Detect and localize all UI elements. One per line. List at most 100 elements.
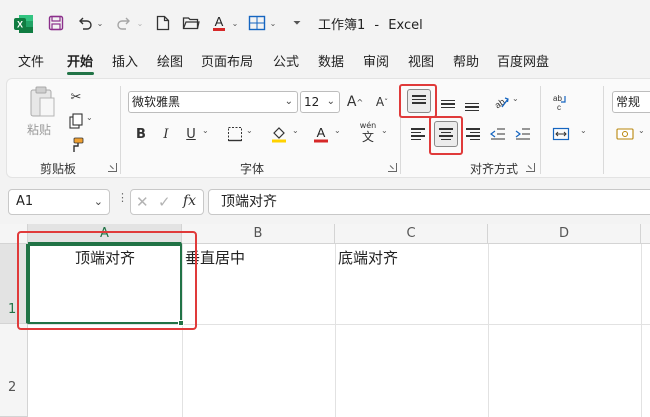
tab-baidu-netdisk[interactable]: 百度网盘 xyxy=(497,51,549,75)
undo-icon[interactable] xyxy=(74,12,96,34)
redo-icon[interactable] xyxy=(113,12,135,34)
middle-align-button[interactable] xyxy=(437,91,459,113)
currency-dropdown-icon[interactable]: ⌄ xyxy=(638,126,645,135)
bold-button[interactable]: B xyxy=(130,123,152,145)
row-header-2[interactable]: 2 xyxy=(0,324,28,417)
fill-color-icon[interactable] xyxy=(268,123,290,145)
increase-font-size-icon[interactable]: A ^ xyxy=(344,91,366,113)
clipboard-group-label: 剪贴板 xyxy=(40,162,77,176)
tab-page-layout[interactable]: 页面布局 xyxy=(201,51,253,75)
tab-insert[interactable]: 插入 xyxy=(112,51,138,75)
customize-toolbar-icon[interactable]: ⏷ xyxy=(290,12,304,34)
grid-line xyxy=(488,244,489,417)
new-file-icon[interactable] xyxy=(152,12,174,34)
cell-b1[interactable]: 垂直居中 xyxy=(183,244,335,324)
undo-dropdown-icon[interactable]: ⌄ xyxy=(95,12,105,34)
decrease-font-size-icon[interactable]: Aˇ xyxy=(371,91,393,113)
merge-center-icon[interactable] xyxy=(550,123,572,145)
save-icon[interactable] xyxy=(45,12,67,34)
tab-review[interactable]: 审阅 xyxy=(363,51,389,75)
svg-text:A: A xyxy=(215,14,224,29)
bottom-align-button[interactable] xyxy=(461,91,483,113)
font-family-value: 微软雅黑 xyxy=(132,95,181,109)
font-color-icon[interactable]: A xyxy=(310,123,332,145)
phonetic-dropdown-icon[interactable]: ⌄ xyxy=(381,126,388,135)
excel-logo-icon: X xyxy=(14,14,34,34)
open-folder-icon[interactable] xyxy=(180,12,202,34)
font-family-dropdown-icon: ⌄ xyxy=(284,96,293,107)
font-size-select[interactable]: 12 ⌄ xyxy=(300,91,340,113)
active-tab-indicator xyxy=(67,72,94,75)
borders-quick-icon[interactable] xyxy=(246,12,268,34)
middle-align-icon xyxy=(441,99,455,109)
font-color-dropdown-icon[interactable]: ⌄ xyxy=(334,126,341,135)
center-align-button[interactable] xyxy=(434,121,458,147)
underline-button[interactable]: U xyxy=(180,123,202,145)
tab-data[interactable]: 数据 xyxy=(318,51,344,75)
name-box[interactable]: A1 ⌄ xyxy=(8,189,110,215)
phonetic-char: 文 xyxy=(361,130,374,144)
copy-dropdown-icon[interactable]: ⌄ xyxy=(86,113,93,122)
increase-indent-icon[interactable] xyxy=(512,123,534,145)
alignment-group-label: 对齐方式 xyxy=(470,162,519,176)
format-painter-icon[interactable] xyxy=(65,134,87,156)
font-color-quick-icon[interactable]: A xyxy=(208,12,230,34)
col-header-d[interactable]: D xyxy=(488,224,641,244)
bottom-align-icon xyxy=(465,102,479,112)
orientation-icon[interactable]: ab xyxy=(490,91,512,113)
align-right-icon xyxy=(466,128,480,140)
decrease-indent-icon[interactable] xyxy=(487,123,509,145)
borders-quick-dropdown-icon[interactable]: ⌄ xyxy=(268,12,278,34)
borders-dropdown-icon[interactable]: ⌄ xyxy=(246,126,253,135)
col-header-b[interactable]: B xyxy=(182,224,335,244)
font-launcher-icon[interactable] xyxy=(388,163,397,172)
font-group-label: 字体 xyxy=(240,162,265,176)
clipboard-launcher-icon[interactable] xyxy=(108,163,117,172)
tab-help[interactable]: 帮助 xyxy=(453,51,479,75)
cell-c1-text: 底端对齐 xyxy=(338,249,399,267)
font-color-quick-dropdown-icon[interactable]: ⌄ xyxy=(230,12,240,34)
group-separator xyxy=(603,86,604,174)
paste-button[interactable]: 粘贴 xyxy=(24,86,60,138)
cancel-entry-icon[interactable]: ✕ xyxy=(136,193,149,211)
alignment-launcher-icon[interactable] xyxy=(526,163,535,172)
italic-button[interactable]: I xyxy=(155,123,177,145)
insert-function-button[interactable]: fx xyxy=(183,193,196,209)
align-left-button[interactable] xyxy=(407,123,429,145)
formula-input[interactable]: 顶端对齐 xyxy=(208,189,650,215)
currency-format-icon[interactable] xyxy=(614,123,636,145)
fill-color-dropdown-icon[interactable]: ⌄ xyxy=(292,126,299,135)
wrap-text-icon[interactable]: ab c xyxy=(550,91,572,113)
confirm-entry-icon[interactable]: ✓ xyxy=(158,193,171,211)
tab-formulas[interactable]: 公式 xyxy=(273,51,299,75)
redo-dropdown-icon[interactable]: ⌄ xyxy=(135,12,145,34)
top-align-button[interactable] xyxy=(407,89,431,113)
phonetic-guide-button[interactable]: wén 文 xyxy=(356,121,380,147)
font-family-select[interactable]: 微软雅黑 ⌄ xyxy=(128,91,298,113)
number-format-value: 常规 xyxy=(616,95,641,109)
formula-bar-options-icon[interactable]: ⋮ xyxy=(117,192,128,209)
copy-icon[interactable] xyxy=(65,110,87,132)
tab-file[interactable]: 文件 xyxy=(18,51,44,75)
workbook-name: 工作簿1 xyxy=(318,18,366,33)
window-title: 工作簿1 - Excel xyxy=(318,14,423,33)
phonetic-pinyin: wén xyxy=(359,121,377,130)
merge-center-dropdown-icon[interactable]: ⌄ xyxy=(580,126,587,135)
borders-icon[interactable] xyxy=(224,123,246,145)
align-right-button[interactable] xyxy=(462,123,484,145)
name-box-dropdown-icon: ⌄ xyxy=(93,195,103,208)
tab-draw[interactable]: 绘图 xyxy=(157,51,183,75)
number-format-select[interactable]: 常规 xyxy=(612,91,650,113)
row-header-2-label: 2 xyxy=(8,380,17,395)
svg-text:X: X xyxy=(17,20,23,30)
cut-icon[interactable]: ✂ xyxy=(65,86,87,108)
underline-dropdown-icon[interactable]: ⌄ xyxy=(202,126,209,135)
col-header-e[interactable] xyxy=(641,224,650,244)
orientation-dropdown-icon[interactable]: ⌄ xyxy=(512,94,519,103)
cell-c1[interactable]: 底端对齐 xyxy=(336,244,488,324)
center-align-icon xyxy=(439,128,453,140)
app-name: Excel xyxy=(388,18,423,33)
paste-icon xyxy=(28,86,56,120)
col-header-c[interactable]: C xyxy=(335,224,488,244)
tab-view[interactable]: 视图 xyxy=(408,51,434,75)
